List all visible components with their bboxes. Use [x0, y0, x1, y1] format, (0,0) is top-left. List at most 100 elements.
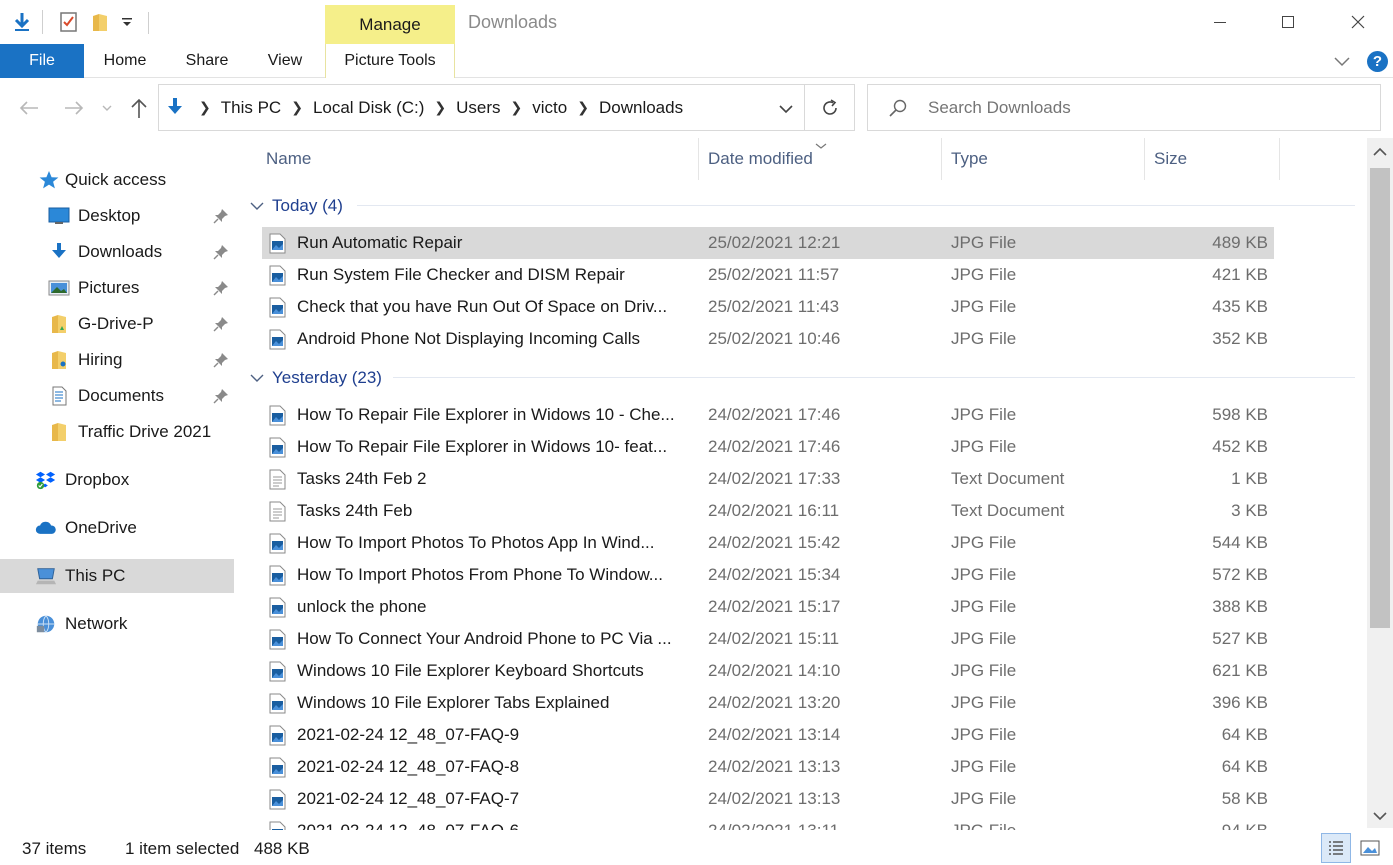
- pin-icon[interactable]: [213, 316, 229, 332]
- file-row[interactable]: unlock the phone 24/02/2021 15:17 JPG Fi…: [262, 591, 1274, 623]
- large-icons-view-button[interactable]: [1355, 833, 1385, 863]
- breadcrumb-users[interactable]: Users: [456, 98, 500, 118]
- file-row[interactable]: How To Repair File Explorer in Widows 10…: [262, 431, 1274, 463]
- downloads-icon: [48, 242, 70, 262]
- file-row[interactable]: 2021-02-24 12_48_07-FAQ-9 24/02/2021 13:…: [262, 719, 1274, 751]
- column-divider[interactable]: [941, 138, 942, 180]
- tab-share[interactable]: Share: [176, 44, 238, 78]
- file-row[interactable]: 2021-02-24 12_48_07-FAQ-6 24/02/2021 13:…: [262, 815, 1274, 830]
- nav-onedrive[interactable]: OneDrive: [0, 511, 234, 545]
- breadcrumb-local-disk[interactable]: Local Disk (C:): [313, 98, 424, 118]
- chevron-right-icon[interactable]: ❯: [434, 99, 446, 116]
- nav-pictures[interactable]: Pictures: [0, 271, 234, 305]
- properties-icon[interactable]: [10, 10, 34, 34]
- pin-icon[interactable]: [213, 352, 229, 368]
- help-icon[interactable]: ?: [1367, 51, 1388, 72]
- column-header-type[interactable]: Type: [951, 138, 988, 180]
- column-header-date-modified[interactable]: Date modified: [708, 138, 813, 180]
- manage-tab[interactable]: Manage: [325, 5, 455, 44]
- column-divider[interactable]: [1144, 138, 1145, 180]
- image-file-icon: [269, 437, 286, 458]
- address-history-dropdown-icon[interactable]: [778, 100, 794, 120]
- search-box[interactable]: [867, 84, 1381, 131]
- file-row[interactable]: Android Phone Not Displaying Incoming Ca…: [262, 323, 1274, 355]
- nav-downloads[interactable]: Downloads: [0, 235, 234, 269]
- breadcrumb-this-pc[interactable]: This PC: [221, 98, 281, 118]
- file-row[interactable]: Windows 10 File Explorer Tabs Explained …: [262, 687, 1274, 719]
- column-header-name[interactable]: Name: [266, 138, 311, 180]
- file-type: JPG File: [951, 297, 1017, 316]
- image-file-icon: [269, 821, 286, 830]
- column-header-size[interactable]: Size: [1154, 138, 1187, 180]
- chevron-right-icon[interactable]: ❯: [199, 99, 211, 116]
- collapse-chevron-icon[interactable]: [250, 201, 264, 211]
- file-date: 24/02/2021 15:17: [708, 597, 841, 616]
- file-type: JPG File: [951, 725, 1017, 744]
- file-row[interactable]: How To Import Photos To Photos App In Wi…: [262, 527, 1274, 559]
- recent-locations-icon[interactable]: [97, 93, 117, 123]
- chevron-right-icon[interactable]: ❯: [511, 99, 523, 116]
- breadcrumb-victo[interactable]: victo: [532, 98, 567, 118]
- forward-button[interactable]: [61, 93, 87, 123]
- tab-file[interactable]: File: [0, 44, 84, 78]
- scroll-down-icon[interactable]: [1367, 804, 1393, 828]
- column-divider[interactable]: [698, 138, 699, 180]
- breadcrumb-downloads[interactable]: Downloads: [599, 98, 683, 118]
- customize-dropdown-icon[interactable]: [118, 10, 136, 34]
- expand-ribbon-icon[interactable]: [1333, 53, 1351, 73]
- checklist-icon[interactable]: [57, 10, 81, 34]
- nav-documents[interactable]: Documents: [0, 379, 234, 413]
- file-date: 24/02/2021 17:46: [708, 405, 841, 424]
- nav-desktop[interactable]: Desktop: [0, 199, 234, 233]
- scroll-up-icon[interactable]: [1367, 140, 1393, 164]
- vertical-scrollbar[interactable]: [1367, 138, 1393, 828]
- file-row[interactable]: Run System File Checker and DISM Repair …: [262, 259, 1274, 291]
- chevron-right-icon[interactable]: ❯: [577, 99, 589, 116]
- nav-g-drive-p[interactable]: G-Drive-P: [0, 307, 234, 341]
- nav-traffic-drive-2021[interactable]: Traffic Drive 2021: [0, 415, 234, 449]
- file-row[interactable]: 2021-02-24 12_48_07-FAQ-7 24/02/2021 13:…: [262, 783, 1274, 815]
- column-divider[interactable]: [1279, 138, 1280, 180]
- file-row[interactable]: How To Connect Your Android Phone to PC …: [262, 623, 1274, 655]
- file-row[interactable]: Windows 10 File Explorer Keyboard Shortc…: [262, 655, 1274, 687]
- close-button[interactable]: [1335, 5, 1381, 39]
- pin-icon[interactable]: [213, 280, 229, 296]
- new-folder-icon[interactable]: [88, 10, 112, 34]
- search-input[interactable]: [928, 98, 1358, 118]
- details-view-button[interactable]: [1321, 833, 1351, 863]
- nav-quick-access[interactable]: Quick access: [0, 163, 234, 197]
- tab-home[interactable]: Home: [92, 44, 158, 78]
- file-row[interactable]: How To Import Photos From Phone To Windo…: [262, 559, 1274, 591]
- address-bar[interactable]: ❯ This PC ❯ Local Disk (C:) ❯ Users ❯ vi…: [158, 84, 805, 131]
- pin-icon[interactable]: [213, 244, 229, 260]
- collapse-chevron-icon[interactable]: [250, 373, 264, 383]
- file-row[interactable]: Tasks 24th Feb 2 24/02/2021 17:33 Text D…: [262, 463, 1274, 495]
- nav-network[interactable]: Network: [0, 607, 234, 641]
- file-row[interactable]: How To Repair File Explorer in Widows 10…: [262, 399, 1274, 431]
- tab-picture-tools[interactable]: Picture Tools: [325, 44, 455, 78]
- back-button[interactable]: [16, 93, 42, 123]
- quick-access-separator: [42, 10, 43, 34]
- file-row[interactable]: Run Automatic Repair 25/02/2021 12:21 JP…: [262, 227, 1274, 259]
- pin-icon[interactable]: [213, 388, 229, 404]
- pin-icon[interactable]: [213, 208, 229, 224]
- nav-hiring[interactable]: Hiring: [0, 343, 234, 377]
- scroll-thumb[interactable]: [1370, 168, 1390, 628]
- group-header-today[interactable]: Today (4): [250, 193, 343, 219]
- file-row[interactable]: Check that you have Run Out Of Space on …: [262, 291, 1274, 323]
- group-header-yesterday[interactable]: Yesterday (23): [250, 365, 382, 391]
- minimize-button[interactable]: [1197, 5, 1243, 39]
- file-row[interactable]: 2021-02-24 12_48_07-FAQ-8 24/02/2021 13:…: [262, 751, 1274, 783]
- nav-this-pc[interactable]: This PC: [0, 559, 234, 593]
- nav-dropbox[interactable]: Dropbox: [0, 463, 234, 497]
- maximize-button[interactable]: [1265, 5, 1311, 39]
- refresh-button[interactable]: [805, 84, 855, 131]
- file-type: JPG File: [951, 329, 1017, 348]
- up-button[interactable]: [126, 93, 152, 123]
- image-file-icon: [269, 629, 286, 650]
- image-file-icon: [269, 329, 286, 350]
- file-row[interactable]: Tasks 24th Feb 24/02/2021 16:11 Text Doc…: [262, 495, 1274, 527]
- chevron-right-icon[interactable]: ❯: [291, 99, 303, 116]
- tab-view[interactable]: View: [256, 44, 314, 78]
- desktop-icon: [48, 206, 70, 226]
